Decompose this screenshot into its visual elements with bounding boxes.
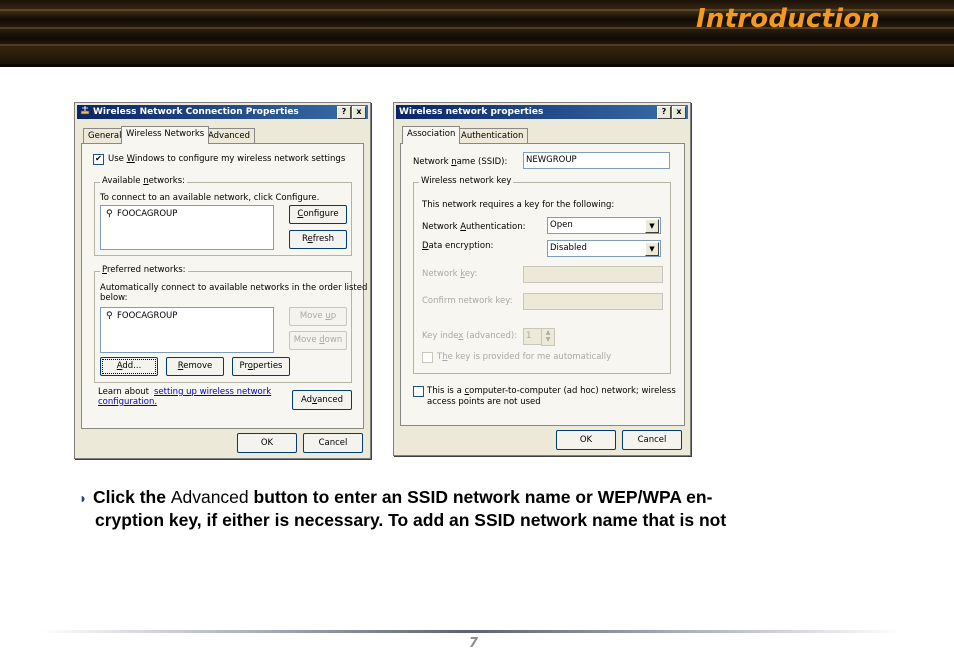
- setting-up-link[interactable]: setting up wireless network: [154, 387, 271, 397]
- tab-association[interactable]: Association: [402, 126, 461, 144]
- key-index-stepper[interactable]: ▲ ▼: [541, 328, 555, 346]
- wireless-connection-properties-dialog: Wireless Network Connection Properties ?…: [74, 102, 371, 459]
- configure-button[interactable]: Configure: [289, 205, 347, 224]
- network-key-input[interactable]: [523, 266, 663, 283]
- wireless-network-key-label: Wireless network key: [419, 176, 514, 186]
- list-item[interactable]: ⚲ FOOCAGROUP: [103, 208, 253, 220]
- key-index-label: Key index (advanced):: [422, 331, 518, 341]
- wireless-network-properties-dialog: Wireless network properties ? x Associat…: [393, 102, 691, 456]
- preferred-networks-desc-2: below:: [100, 293, 128, 303]
- chevron-down-icon[interactable]: ▼: [645, 219, 659, 233]
- cancel-button[interactable]: Cancel: [303, 433, 363, 453]
- tab-general[interactable]: General: [83, 128, 127, 143]
- close-button[interactable]: x: [352, 106, 366, 119]
- list-item[interactable]: ⚲ FOOCAGROUP: [103, 310, 253, 322]
- adhoc-label-2: access points are not used: [427, 397, 541, 407]
- dialog-titlebar: Wireless Network Connection Properties ?…: [77, 105, 368, 119]
- banner-stripe: [0, 44, 954, 46]
- preferred-networks-desc: Automatically connect to available netwo…: [100, 283, 368, 293]
- help-button[interactable]: ?: [657, 106, 671, 119]
- auto-key-checkbox[interactable]: [422, 352, 433, 363]
- bullet-paragraph-line-2: cryption key, if either is necessary. To…: [95, 510, 727, 530]
- bullet-icon: ◗: [79, 490, 88, 506]
- adhoc-label: This is a computer-to-computer (ad hoc) …: [427, 386, 676, 396]
- available-networks-group: Available networks: To connect to an ava…: [94, 176, 352, 256]
- learn-about-text: Learn about: [98, 387, 149, 397]
- tab-authentication[interactable]: Authentication: [456, 128, 529, 143]
- title-buttons: ? x: [657, 106, 686, 119]
- preferred-networks-label: Preferred networks:: [100, 265, 188, 275]
- page-number: 7: [469, 636, 479, 651]
- configuration-link[interactable]: configuration.: [98, 397, 157, 407]
- confirm-network-key-input[interactable]: [523, 293, 663, 310]
- network-key-label: Network key:: [422, 269, 478, 279]
- dialog-titlebar: Wireless network properties ? x: [396, 105, 688, 119]
- adhoc-checkbox[interactable]: [413, 386, 424, 397]
- available-networks-label: Available networks:: [100, 176, 188, 186]
- key-index-input[interactable]: 1: [523, 328, 543, 345]
- key-required-desc: This network requires a key for the foll…: [422, 200, 615, 210]
- cancel-button[interactable]: Cancel: [622, 430, 682, 450]
- use-windows-label: Use Windows to configure my wireless net…: [108, 154, 346, 164]
- advanced-button[interactable]: Advanced: [292, 390, 352, 410]
- footer-divider: [40, 630, 900, 633]
- remove-button[interactable]: Remove: [166, 357, 224, 376]
- tab-advanced[interactable]: Advanced: [203, 128, 255, 143]
- network-icon: [80, 106, 90, 115]
- move-down-button[interactable]: Move down: [289, 331, 347, 350]
- header-banner: Introduction: [0, 0, 954, 67]
- add-button[interactable]: Add...: [100, 357, 158, 376]
- title-buttons: ? x: [337, 106, 366, 119]
- available-networks-desc: To connect to an available network, clic…: [100, 193, 320, 203]
- chevron-down-icon[interactable]: ▼: [645, 242, 659, 256]
- data-encryption-select[interactable]: Disabled ▼: [547, 240, 661, 257]
- ok-button[interactable]: OK: [237, 433, 297, 453]
- confirm-network-key-label: Confirm network key:: [422, 296, 513, 306]
- bullet-paragraph: ◗ Click the Advanced button to enter an S…: [79, 486, 879, 531]
- wireless-network-key-group: Wireless network key This network requir…: [413, 176, 671, 374]
- tab-panel: ✔ Use Windows to configure my wireless n…: [81, 143, 367, 429]
- use-windows-checkbox[interactable]: ✔: [93, 154, 104, 165]
- refresh-button[interactable]: Refresh: [289, 230, 347, 249]
- properties-button[interactable]: Properties: [232, 357, 290, 376]
- preferred-networks-list[interactable]: ⚲ FOOCAGROUP: [100, 307, 274, 353]
- auto-key-label: The key is provided for me automatically: [437, 352, 612, 362]
- tab-panel: Network name (SSID): NEWGROUP Wireless n…: [400, 143, 685, 426]
- ssid-input[interactable]: NEWGROUP: [523, 152, 670, 169]
- network-authentication-select[interactable]: Open ▼: [547, 217, 661, 234]
- antenna-icon: ⚲: [106, 209, 113, 219]
- network-authentication-label: Network Authentication:: [422, 222, 526, 232]
- move-up-button[interactable]: Move up: [289, 307, 347, 326]
- ok-button[interactable]: OK: [556, 430, 616, 450]
- help-button[interactable]: ?: [337, 106, 351, 119]
- dialog-title: Wireless network properties: [399, 107, 544, 117]
- dialog-title: Wireless Network Connection Properties: [93, 107, 299, 117]
- page-title: Introduction: [696, 4, 880, 34]
- close-button[interactable]: x: [672, 106, 686, 119]
- data-encryption-label: Data encryption:: [422, 241, 494, 251]
- available-networks-list[interactable]: ⚲ FOOCAGROUP: [100, 205, 274, 250]
- tab-wireless-networks[interactable]: Wireless Networks: [121, 126, 210, 144]
- ssid-label: Network name (SSID):: [413, 157, 508, 167]
- antenna-icon: ⚲: [106, 311, 113, 321]
- advanced-term: Advanced: [170, 487, 249, 507]
- preferred-networks-group: Preferred networks: Automatically connec…: [94, 265, 367, 383]
